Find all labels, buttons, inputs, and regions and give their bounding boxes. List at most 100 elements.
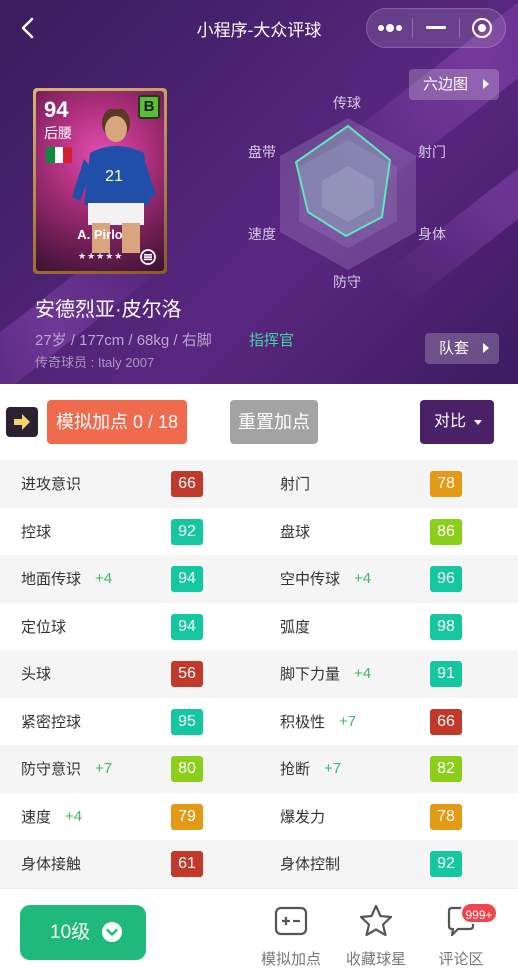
stats-row: 防守意识 +7 80 抢断 +7 82 [0,745,518,793]
tab-label: 收藏球星 [345,951,406,968]
stat-name: 身体接触 [21,856,82,874]
stat-item: 积极性 +7 66 [280,698,462,746]
stat-name: 抢断 [280,761,311,779]
stat-value-badge: 94 [171,613,203,640]
stat-item: 射门 78 [280,460,462,508]
player-header: 小程序-大众评球 21 94 后腰 B A. Pirlo ★★★★★ 六边图 传… [0,0,518,384]
stat-bonus: +7 [339,712,357,730]
stat-item: 空中传球 +4 96 [280,555,462,603]
tab-label: 模拟加点 [260,951,321,968]
comment-count-badge: 999+ [460,902,498,924]
simulate-points-button[interactable]: 模拟加点 0 / 18 [47,400,187,444]
radar-label-dribbling: 盘带 [248,144,276,160]
stat-name: 脚下力量 [280,666,341,684]
reset-points-button[interactable]: 重置加点 [230,400,318,444]
card-player-name: A. Pirlo [77,227,123,242]
stat-value-badge: 56 [171,661,203,687]
tab-favorite-players[interactable]: 收藏球星 [334,903,418,968]
stats-row: 进攻意识 66 射门 78 [0,460,518,508]
player-legend-info: 传奇球员 : Italy 2007 [35,355,155,370]
stat-name: 盘球 [280,523,311,541]
radar-label-physical: 身体 [418,226,446,242]
kit-button-label: 队套 [439,340,470,357]
star-icon [359,904,393,937]
stats-row: 定位球 94 弧度 98 [0,603,518,651]
stat-value-badge: 95 [171,708,203,735]
stat-name: 空中传球 [280,571,341,589]
stat-value-badge: 91 [430,661,462,687]
stat-value-badge: 96 [430,566,462,592]
stat-name: 头球 [21,666,52,684]
stat-bonus: +7 [95,760,113,778]
stat-item: 定位球 94 [21,603,203,651]
close-miniprogram-button[interactable] [460,9,505,47]
stat-value-badge: 79 [171,803,203,830]
stat-item: 防守意识 +7 80 [21,745,203,793]
arrow-button[interactable] [6,407,38,437]
bottom-bar: 10级 模拟加点 收藏球星 评论区 [0,888,518,975]
compare-dropdown[interactable]: 对比 [420,400,494,444]
player-role: 指挥官 [249,332,295,349]
efootball-logo-icon [140,249,156,265]
stat-value-badge: 98 [430,613,462,640]
target-icon [472,18,493,38]
stat-value-badge: 92 [171,518,203,545]
level-selector-button[interactable]: 10级 [20,905,146,960]
stat-name: 射门 [280,476,311,494]
stat-name: 控球 [21,523,52,541]
stat-bonus: +4 [95,570,113,588]
kit-button[interactable]: 队套 [425,333,499,364]
player-card-face: 21 94 后腰 B A. Pirlo ★★★★★ [36,91,164,271]
stat-item: 速度 +4 79 [21,793,203,841]
minimize-button[interactable] [413,9,458,47]
tab-simulate-points[interactable]: 模拟加点 [249,903,333,968]
level-label: 10级 [50,922,91,943]
stat-value-badge: 61 [171,851,203,877]
stat-name: 地面传球 [21,571,82,589]
stat-value-badge: 66 [171,471,203,497]
stats-row: 控球 92 盘球 86 [0,508,518,556]
stat-item: 弧度 98 [280,603,462,651]
stat-value-badge: 92 [430,851,462,877]
stat-name: 防守意识 [21,761,82,779]
stat-item: 抢断 +7 82 [280,745,462,793]
stat-bonus: +4 [65,807,83,825]
card-stars: ★★★★★ [78,251,124,261]
stat-value-badge: 94 [171,566,203,592]
stat-item: 进攻意识 66 [21,460,203,508]
stats-row: 紧密控球 95 积极性 +7 66 [0,698,518,746]
stats-table: 进攻意识 66 射门 78 控球 92 盘球 86 地面传球 +4 94 空中传球 +4 96 定位球 94 弧… [0,460,518,888]
stats-row: 地面传球 +4 94 空中传球 +4 96 [0,555,518,603]
stat-item: 控球 92 [21,508,203,556]
stat-item: 脚下力量 +4 91 [280,650,462,698]
arrow-right-icon [14,414,30,430]
stat-value-badge: 78 [430,803,462,830]
hexagon-radar-chart [280,118,416,270]
stat-name: 身体控制 [280,856,341,874]
compare-label: 对比 [434,413,467,430]
svg-text:21: 21 [105,168,123,185]
stat-name: 速度 [21,808,52,826]
stat-item: 紧密控球 95 [21,698,203,746]
stat-value-badge: 86 [430,518,462,545]
stat-name: 紧密控球 [21,713,82,731]
stat-item: 爆发力 78 [280,793,462,841]
card-rank-badge: B [138,95,160,119]
action-bar: 模拟加点 0 / 18 重置加点 对比 [0,384,518,460]
stats-row: 头球 56 脚下力量 +4 91 [0,650,518,698]
caret-down-icon [474,420,482,425]
italy-flag-icon [46,147,73,163]
triangle-right-icon [483,79,489,89]
stat-name: 爆发力 [280,808,326,826]
stat-name: 积极性 [280,713,326,731]
stat-item: 身体控制 92 [280,840,462,888]
stat-item: 身体接触 61 [21,840,203,888]
stat-bonus: +4 [354,665,372,683]
more-button[interactable] [367,9,412,47]
plus-minus-icon [274,906,308,936]
stats-row: 速度 +4 79 爆发力 78 [0,793,518,841]
player-card[interactable]: 21 94 后腰 B A. Pirlo ★★★★★ [33,88,167,274]
radar-label-passing: 传球 [333,95,361,111]
miniprogram-capsule [366,8,506,48]
chevron-down-circle-icon [102,922,122,942]
